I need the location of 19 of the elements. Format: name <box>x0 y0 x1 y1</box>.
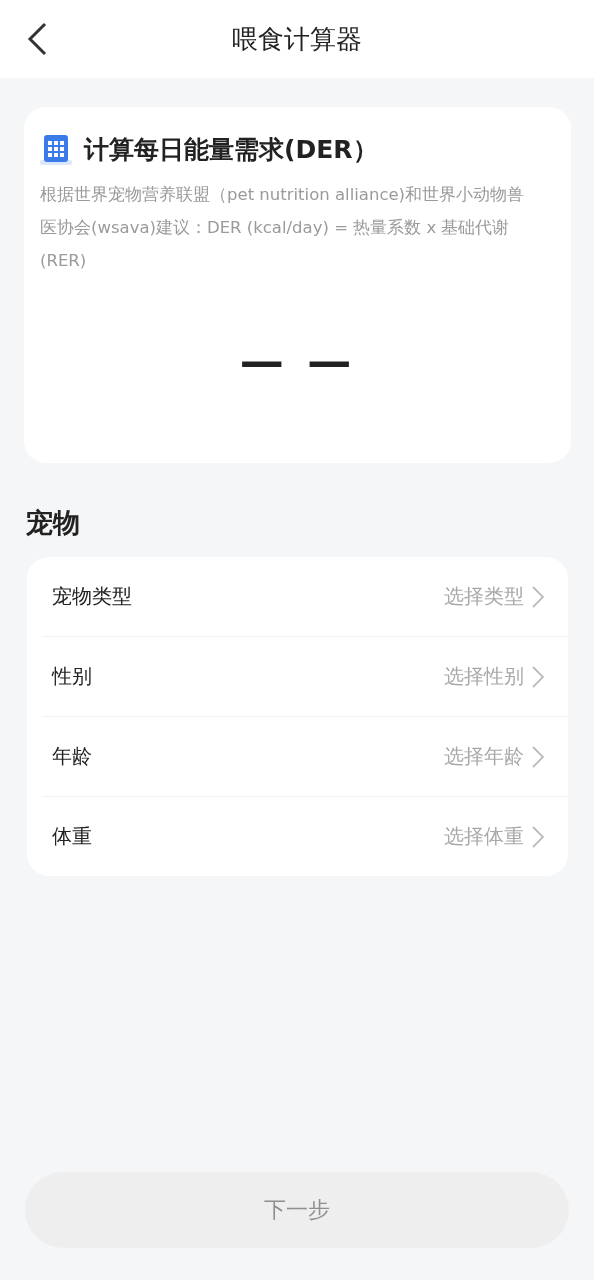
page-title: 喂食计算器 <box>232 22 362 56</box>
field-label: 性别 <box>52 663 92 690</box>
field-label: 年龄 <box>52 743 92 770</box>
field-label: 体重 <box>52 823 92 850</box>
der-value: — — <box>239 334 356 386</box>
chevron-right-icon <box>532 745 544 768</box>
calculator-icon <box>40 133 72 166</box>
chevron-right-icon <box>532 825 544 848</box>
back-icon <box>27 22 47 56</box>
chevron-right-icon <box>532 585 544 608</box>
picker-button[interactable]: 选择类型 <box>444 583 544 610</box>
chevron-right-icon <box>532 665 544 688</box>
formula-description: 根据世界宠物营养联盟（pet nutrition alliance)和世界小动物兽医协会(wsava)建议：DER (kcal/day) = 热量系数 x 基础代谢(RER) <box>40 184 526 272</box>
card-title: 计算每日能量需求(DER） <box>84 134 378 166</box>
section-title: 宠物 <box>26 506 81 540</box>
field-label: 宠物类型 <box>52 583 132 610</box>
picker-button[interactable]: 选择性别 <box>444 663 544 690</box>
picker-button[interactable]: 选择年龄 <box>444 743 544 770</box>
picker-button[interactable]: 选择体重 <box>444 823 544 850</box>
